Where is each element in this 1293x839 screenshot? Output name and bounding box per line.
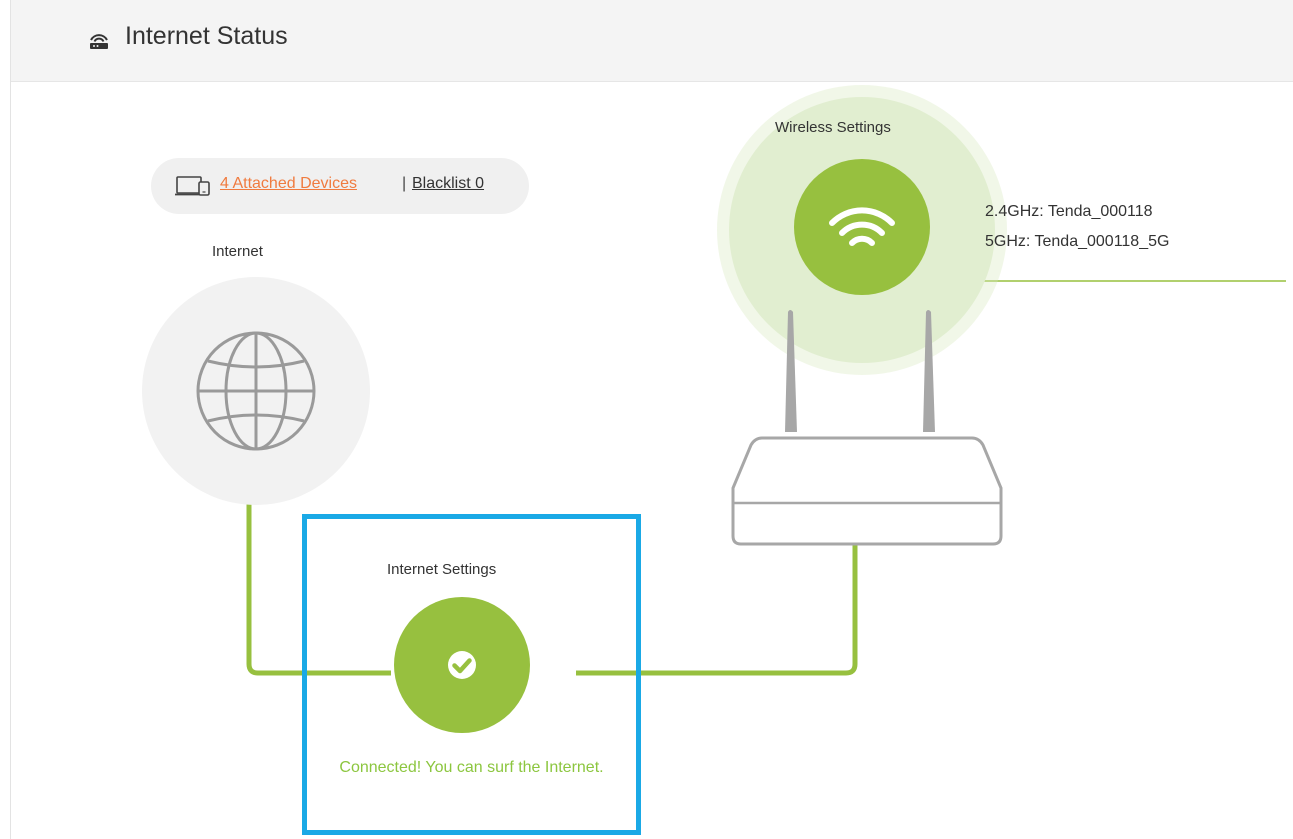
ssid-5ghz: 5GHz: Tenda_000118_5G [985,233,1170,250]
globe-icon [196,331,316,451]
check-icon [448,651,476,679]
wireless-settings-label: Wireless Settings [775,119,891,136]
internet-status-panel: Internet Status 4 Attached Devices | Bla… [10,0,1293,839]
devices-icon [175,176,210,196]
connection-status: Connected! You can surf the Internet. [339,759,604,776]
ssid-2-4ghz: 2.4GHz: Tenda_000118 [985,203,1153,220]
devices-separator: | [402,175,407,192]
internet-label: Internet [212,243,263,260]
wireless-settings-button[interactable] [794,159,930,295]
internet-settings-label: Internet Settings [387,561,497,578]
blacklist-link[interactable]: Blacklist 0 [412,175,484,193]
internet-node [142,277,370,505]
attached-devices-link[interactable]: 4 Attached Devices [220,175,357,193]
router-illustration [731,310,1003,546]
internet-settings-button[interactable] [394,597,530,733]
attached-devices-bar: 4 Attached Devices | Blacklist 0 [151,158,529,214]
wifi-icon [829,207,895,246]
